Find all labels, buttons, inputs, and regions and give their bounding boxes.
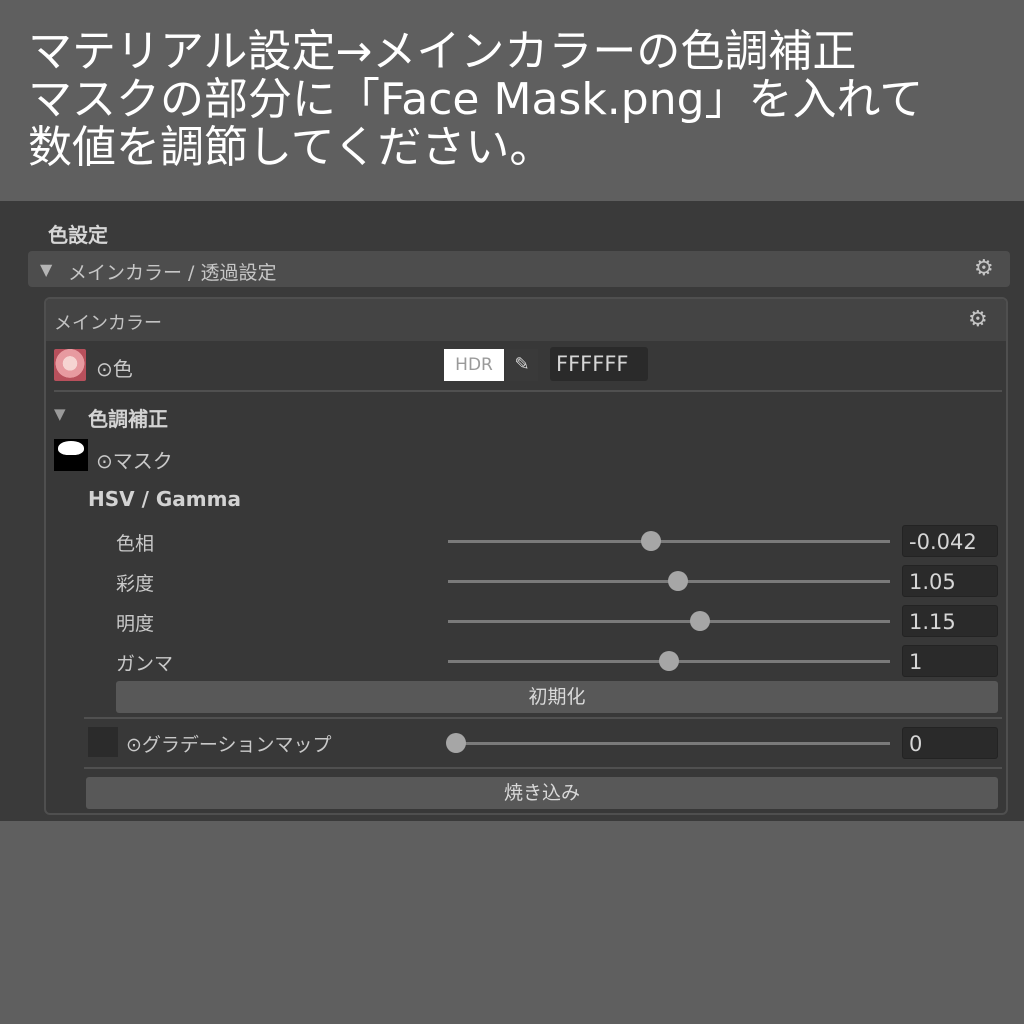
slider-track[interactable] [448,620,890,623]
gradation-texture-thumbnail[interactable] [88,727,118,757]
slider-label: ガンマ [116,653,174,675]
gradation-slider-knob[interactable] [446,733,466,753]
material-inspector: 色設定 ▼ メインカラー / 透過設定 ⚙ メインカラー ⚙ ⊙色 HDR ✎ … [0,201,1024,821]
mask-label: ⊙マスク [96,449,173,473]
slider-value-field[interactable]: -0.042 [902,525,998,557]
eyedropper-icon[interactable]: ✎ [506,349,538,381]
divider [54,390,1002,392]
panel-title: メインカラー [54,313,162,334]
slider-knob[interactable] [641,531,662,551]
triangle-down-icon[interactable]: ▼ [54,405,66,423]
gradation-value-field[interactable]: 0 [902,727,998,759]
slider-label: 明度 [116,613,155,635]
gear-icon[interactable]: ⚙ [974,256,994,281]
caption-line-1: マテリアル設定→メインカラーの色調補正 [28,26,857,77]
gradation-map-label: ⊙グラデーションマップ [126,734,332,756]
foldout-label: メインカラー / 透過設定 [68,262,277,284]
slider-knob[interactable] [689,611,710,631]
mask-texture-thumbnail[interactable] [54,439,88,471]
main-texture-thumbnail[interactable] [54,349,86,381]
hex-color-field[interactable]: FFFFFF [550,347,648,381]
reset-button[interactable]: 初期化 [116,681,998,713]
triangle-down-icon: ▼ [40,260,53,279]
slider-value-field[interactable]: 1 [902,645,998,677]
slider-label: 彩度 [116,573,155,595]
divider [84,767,1002,769]
gear-icon[interactable]: ⚙ [968,307,988,332]
slider-value-field[interactable]: 1.15 [902,605,998,637]
slider-track[interactable] [448,540,890,543]
slider-value-field[interactable]: 1.05 [902,565,998,597]
caption-line-3: 数値を調節してください。 [28,122,554,173]
slider-knob[interactable] [659,651,679,671]
color-label: ⊙色 [96,357,133,381]
hsv-gamma-title: HSV / Gamma [88,487,241,511]
slider-knob[interactable] [667,571,688,591]
gradation-slider-track[interactable] [448,742,890,745]
hdr-color-swatch[interactable]: HDR [444,349,504,381]
main-color-panel: メインカラー ⚙ ⊙色 HDR ✎ FFFFFF ▼ 色調補正 ⊙マスク HSV… [44,297,1008,815]
divider [84,717,1002,719]
section-title: 色設定 [48,223,108,247]
slider-label: 色相 [116,533,155,555]
instruction-caption: マテリアル設定→メインカラーの色調補正 マスクの部分に「Face Mask.pn… [28,28,1008,172]
panel-header: メインカラー ⚙ [46,299,1006,341]
foldout-main-color-transparency[interactable]: ▼ メインカラー / 透過設定 ⚙ [28,251,1010,287]
color-correction-title: 色調補正 [88,407,168,431]
caption-line-2: マスクの部分に「Face Mask.png」を入れて [28,74,924,125]
bake-button[interactable]: 焼き込み [86,777,998,809]
